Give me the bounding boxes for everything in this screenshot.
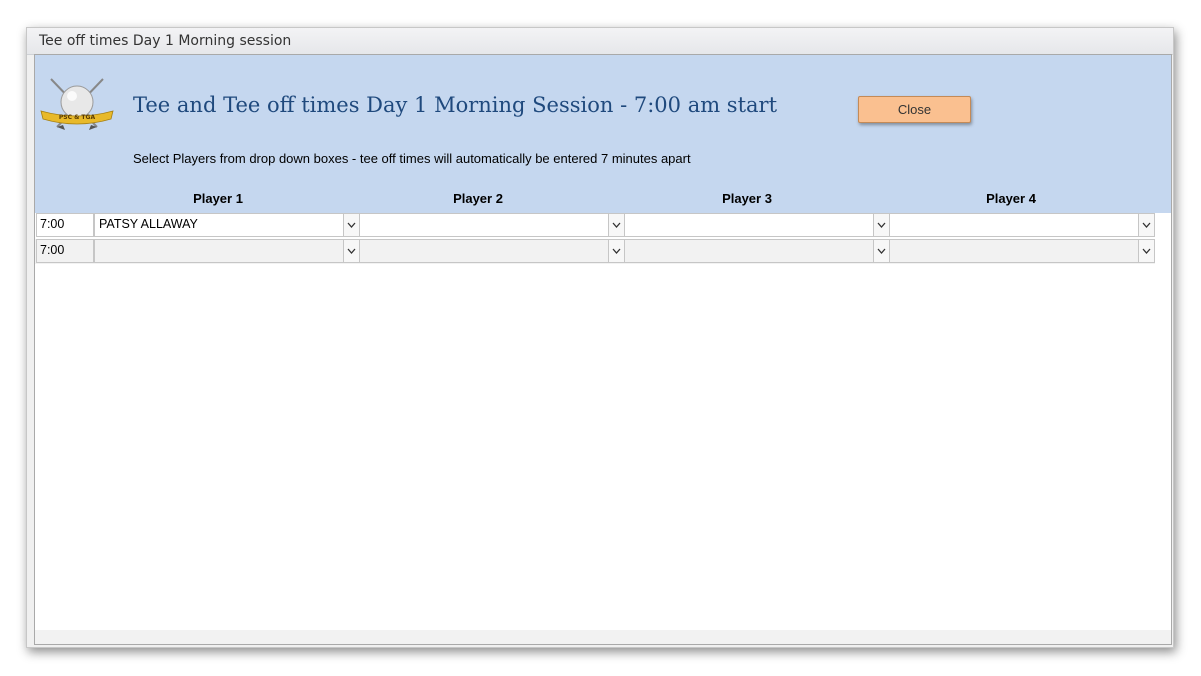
form-window: Tee off times Day 1 Morning session PSC … [26,27,1174,648]
player-2-combo[interactable] [359,213,625,237]
form-header: PSC & TGA Tee and Tee off times Day 1 Mo… [35,55,1171,213]
golf-logo-icon: PSC & TGA [40,78,114,130]
table-row: 7:00 [35,239,1155,264]
dropdown-arrow-icon[interactable] [608,214,624,236]
tee-times-form: PSC & TGA Tee and Tee off times Day 1 Mo… [34,54,1172,645]
dropdown-arrow-icon[interactable] [1138,214,1154,236]
window-title: Tee off times Day 1 Morning session [39,33,292,49]
page-title: Tee and Tee off times Day 1 Morning Sess… [133,93,778,117]
player-3-combo[interactable] [624,239,890,263]
tee-time-field[interactable]: 7:00 [36,213,94,237]
column-header-player-1: Player 1 [193,191,243,206]
instructions-label: Select Players from drop down boxes - te… [133,151,691,166]
column-header-player-3: Player 3 [722,191,772,206]
dropdown-arrow-icon[interactable] [343,240,359,262]
player-1-combo[interactable] [94,239,360,263]
player-2-combo[interactable] [359,239,625,263]
table-row: 7:00 PATSY ALLAWAY [35,213,1155,238]
close-button[interactable]: Close [858,96,971,123]
svg-text:PSC & TGA: PSC & TGA [59,114,96,121]
tee-time-field[interactable]: 7:00 [36,239,94,263]
player-3-combo[interactable] [624,213,890,237]
dropdown-arrow-icon[interactable] [873,214,889,236]
window-titlebar[interactable]: Tee off times Day 1 Morning session [27,28,1173,55]
form-footer [35,630,1171,644]
player-4-combo[interactable] [889,239,1155,263]
player-1-value: PATSY ALLAWAY [99,217,198,231]
dropdown-arrow-icon[interactable] [873,240,889,262]
player-1-combo[interactable]: PATSY ALLAWAY [94,213,360,237]
column-header-player-4: Player 4 [986,191,1036,206]
dropdown-arrow-icon[interactable] [343,214,359,236]
player-4-combo[interactable] [889,213,1155,237]
column-header-player-2: Player 2 [453,191,503,206]
dropdown-arrow-icon[interactable] [608,240,624,262]
dropdown-arrow-icon[interactable] [1138,240,1154,262]
